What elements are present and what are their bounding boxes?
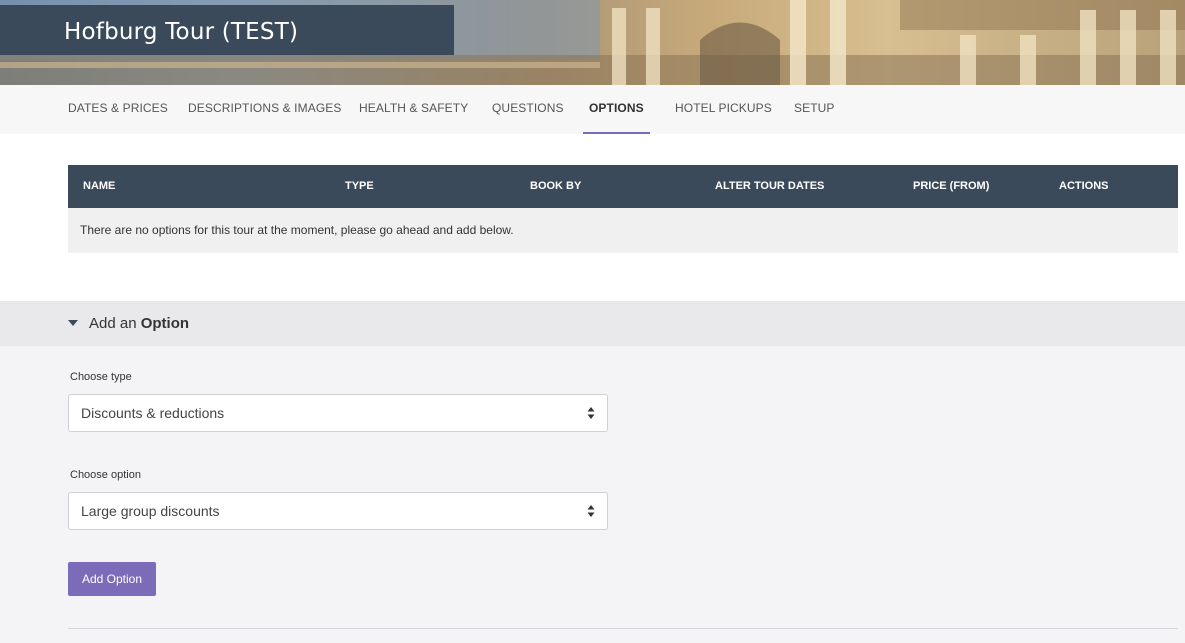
column-header-alter-tour-dates[interactable]: ALTER TOUR DATES	[715, 165, 824, 208]
sort-arrows-icon	[587, 407, 595, 419]
add-option-button[interactable]: Add Option	[68, 562, 156, 596]
caret-down-icon	[68, 320, 78, 326]
options-table-empty-row: There are no options for this tour at th…	[68, 208, 1178, 253]
tab-dates-prices[interactable]: DATES & PRICES	[68, 85, 168, 134]
choose-option-value: Large group discounts	[81, 503, 220, 519]
column-header-type[interactable]: TYPE	[345, 165, 374, 208]
choose-type-value: Discounts & reductions	[81, 405, 225, 421]
sort-arrows-icon	[587, 505, 595, 517]
choose-option-select[interactable]: Large group discounts	[68, 492, 608, 530]
add-option-toggle[interactable]: Add an Option	[0, 301, 1185, 346]
empty-state-message: There are no options for this tour at th…	[80, 223, 514, 237]
choose-option-label: Choose option	[70, 469, 141, 481]
choose-type-select[interactable]: Discounts & reductions	[68, 394, 608, 432]
options-table-header: NAME TYPE BOOK BY ALTER TOUR DATES PRICE…	[68, 165, 1178, 208]
column-header-price-from[interactable]: PRICE (FROM)	[913, 165, 989, 208]
choose-type-label: Choose type	[70, 371, 132, 383]
page-title: Hofburg Tour (TEST)	[64, 19, 299, 45]
column-header-book-by[interactable]: BOOK BY	[530, 165, 581, 208]
tab-setup[interactable]: SETUP	[794, 85, 835, 134]
add-option-heading-prefix: Add an	[89, 315, 137, 332]
section-divider	[68, 628, 1178, 629]
tab-descriptions-images[interactable]: DESCRIPTIONS & IMAGES	[188, 85, 341, 134]
tab-options[interactable]: OPTIONS	[583, 85, 650, 134]
add-option-heading: Add an Option	[89, 301, 189, 346]
tab-bar: DATES & PRICES DESCRIPTIONS & IMAGES HEA…	[0, 85, 1185, 134]
tab-hotel-pickups[interactable]: HOTEL PICKUPS	[675, 85, 772, 134]
column-header-actions: ACTIONS	[1059, 180, 1109, 192]
tab-questions[interactable]: QUESTIONS	[492, 85, 564, 134]
column-header-name[interactable]: NAME	[83, 165, 115, 208]
options-content: NAME TYPE BOOK BY ALTER TOUR DATES PRICE…	[0, 134, 1185, 301]
header-banner: Hofburg Tour (TEST)	[0, 0, 1185, 85]
tab-health-safety[interactable]: HEALTH & SAFETY	[359, 85, 468, 134]
add-option-heading-bold: Option	[140, 315, 190, 332]
title-box: Hofburg Tour (TEST)	[0, 5, 454, 55]
